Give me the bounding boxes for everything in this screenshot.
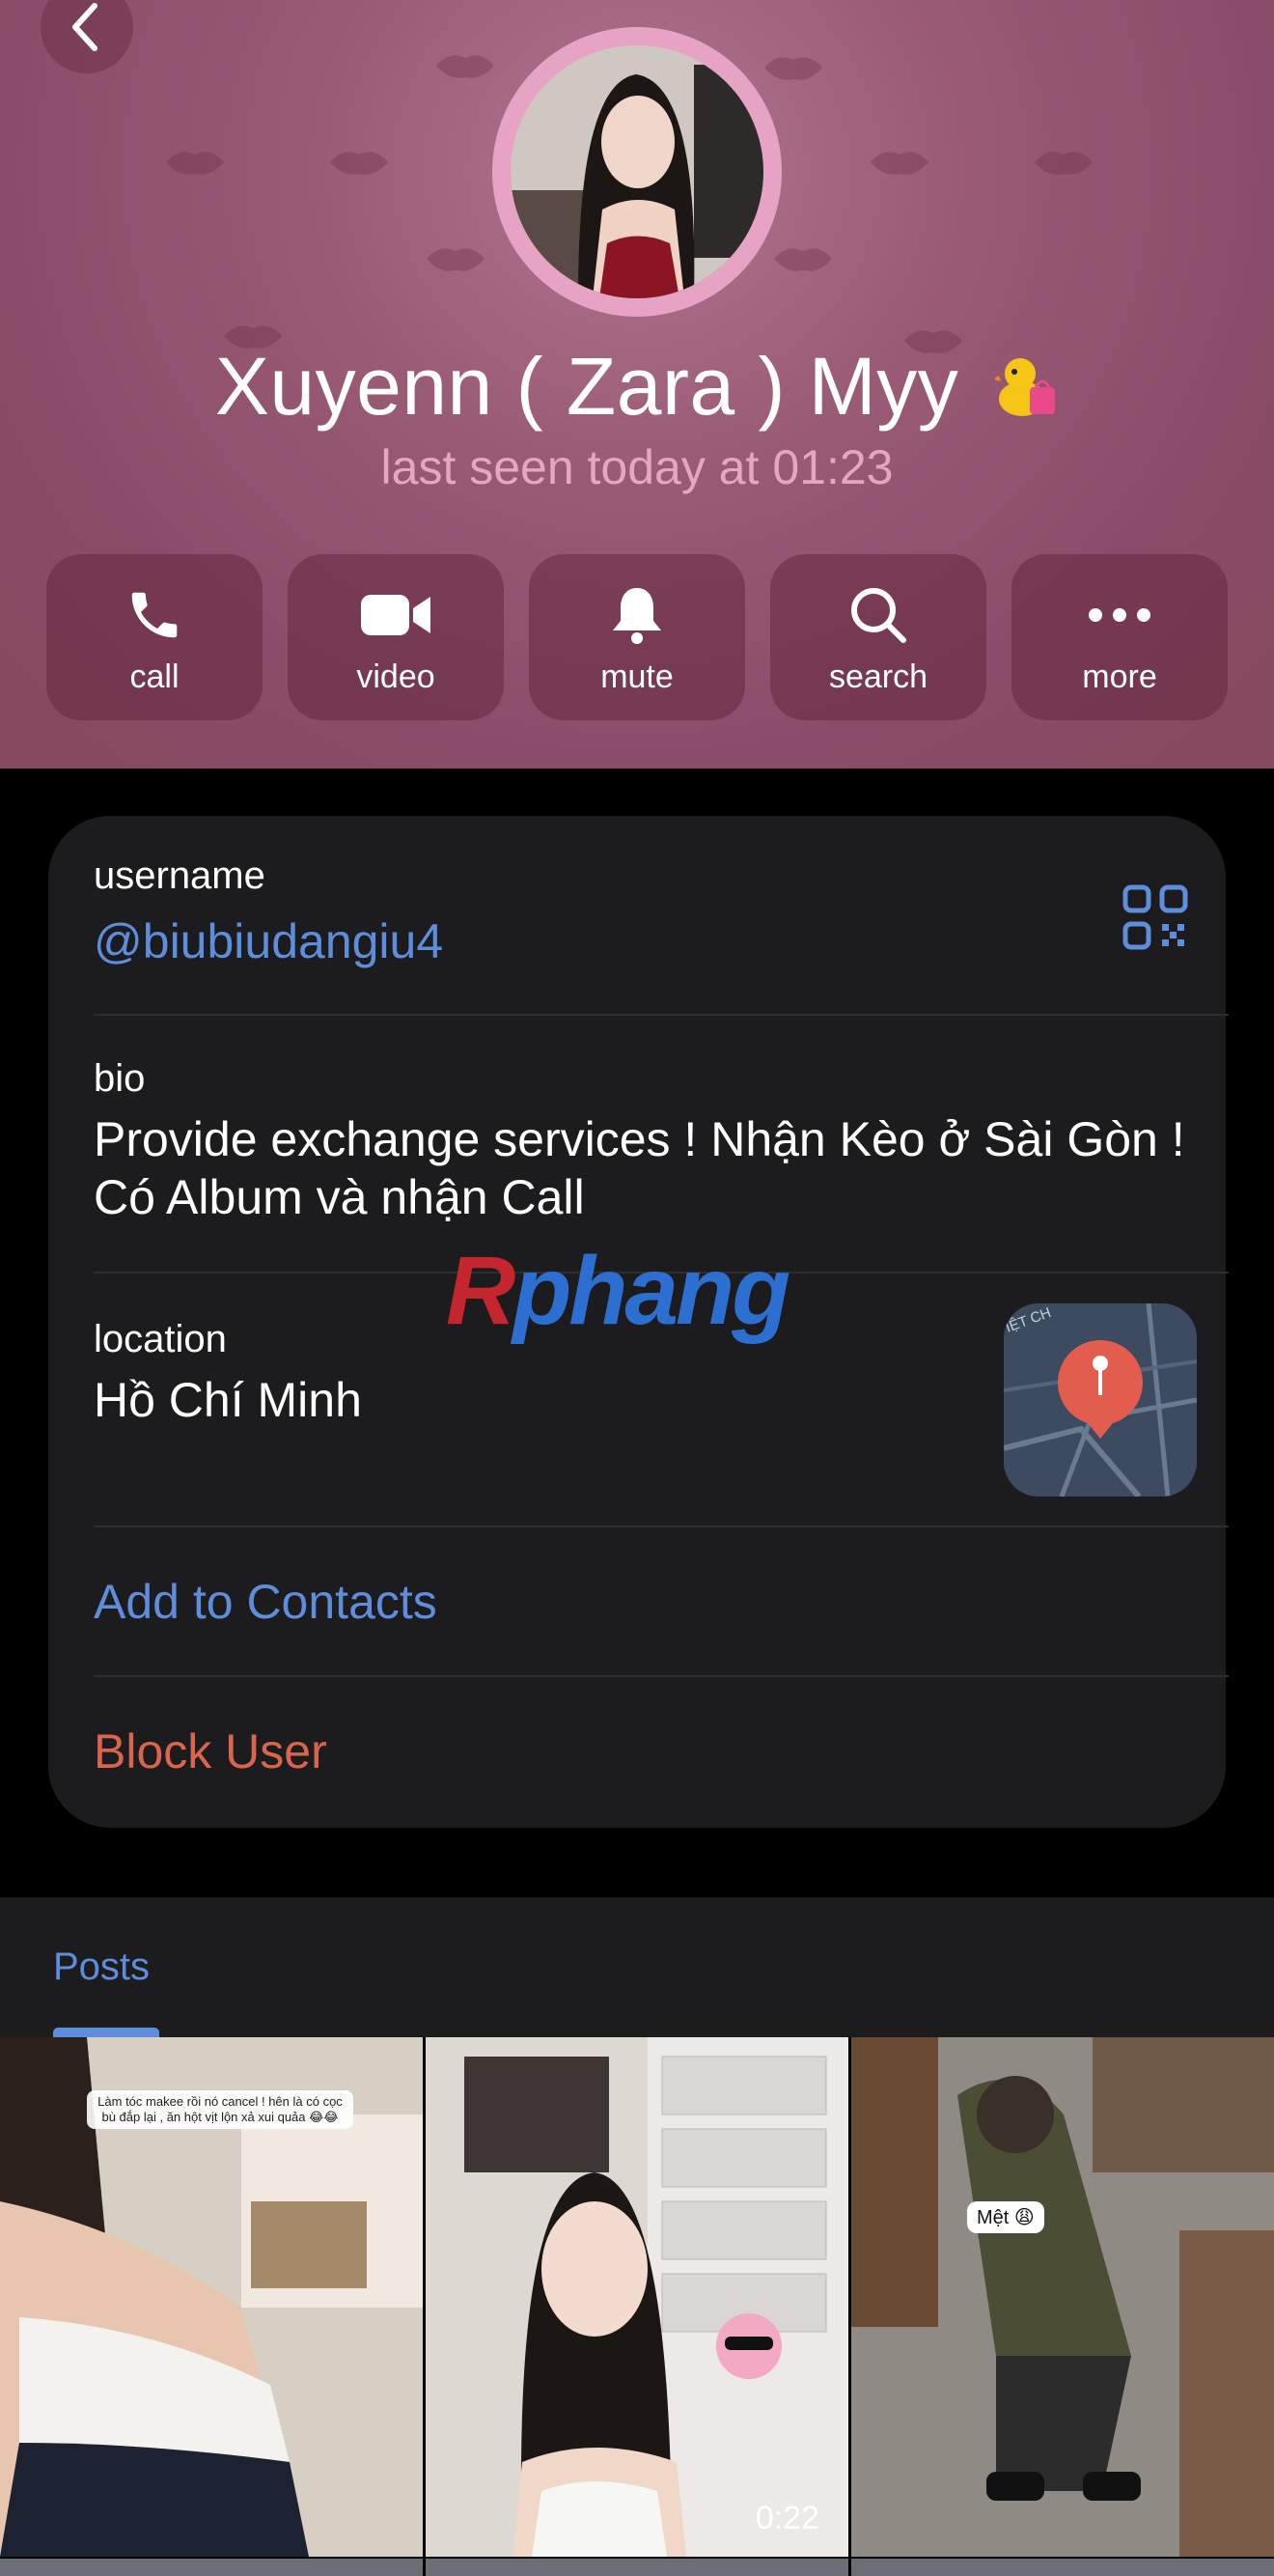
lips-pattern-icon bbox=[764, 57, 822, 80]
posts-tab-bar: Posts bbox=[0, 1897, 1274, 2037]
last-seen-status: last seen today at 01:23 bbox=[380, 440, 894, 494]
more-dots-icon bbox=[1089, 608, 1150, 622]
more-button[interactable]: more bbox=[1011, 554, 1228, 720]
search-label: search bbox=[828, 658, 928, 695]
call-button[interactable]: call bbox=[46, 554, 263, 720]
video-label: video bbox=[356, 658, 435, 695]
bell-icon bbox=[613, 588, 661, 644]
qr-code-icon[interactable] bbox=[1122, 883, 1189, 951]
video-duration: 0:22 bbox=[755, 2500, 819, 2536]
mute-label: mute bbox=[600, 658, 674, 695]
watermark-rest: phang bbox=[512, 1237, 790, 1345]
post-image bbox=[851, 2037, 1274, 2557]
video-button[interactable]: video bbox=[288, 554, 504, 720]
profile-name: Xuyenn ( Zara ) Myy bbox=[0, 340, 1274, 439]
avatar-photo bbox=[511, 45, 763, 298]
watermark-first-letter: R bbox=[446, 1237, 515, 1345]
search-button[interactable]: search bbox=[770, 554, 986, 720]
username-link[interactable]: @biubiudangiu4 bbox=[94, 912, 443, 970]
watermark-logo: Rphang bbox=[446, 1236, 790, 1347]
duck-shopping-emoji-icon bbox=[993, 346, 1059, 439]
mute-button[interactable]: mute bbox=[529, 554, 745, 720]
post-caption: Làm tóc makee rồi nó cancel ! hên là có … bbox=[87, 2090, 353, 2129]
bio-line-2: Có Album và nhận Call bbox=[94, 1170, 585, 1224]
add-to-contacts-button[interactable]: Add to Contacts bbox=[94, 1574, 437, 1630]
post-thumbnail[interactable]: Làm tóc makee rồi nó cancel ! hên là có … bbox=[0, 2037, 423, 2557]
post-thumbnail[interactable] bbox=[0, 2559, 423, 2576]
post-sticker-label: Mệt 😩 bbox=[967, 2201, 1044, 2233]
phone-icon bbox=[131, 592, 178, 638]
post-thumbnail[interactable]: Mệt 😩 bbox=[851, 2037, 1274, 2557]
call-label: call bbox=[129, 658, 180, 695]
lips-pattern-icon bbox=[166, 152, 224, 175]
lips-pattern-icon bbox=[330, 152, 388, 175]
divider bbox=[94, 1014, 1229, 1016]
lips-pattern-icon bbox=[427, 248, 485, 271]
profile-name-text: Xuyenn ( Zara ) Myy bbox=[214, 341, 959, 432]
lips-pattern-icon bbox=[774, 248, 832, 271]
profile-header: Xuyenn ( Zara ) Myy last seen today at 0… bbox=[0, 0, 1274, 769]
post-video-image bbox=[426, 2037, 848, 2557]
back-button[interactable] bbox=[41, 0, 133, 73]
action-buttons-row: call video mute search more bbox=[46, 554, 1228, 720]
posts-grid: Làm tóc makee rồi nó cancel ! hên là có … bbox=[0, 2037, 1274, 2576]
post-thumbnail[interactable] bbox=[851, 2559, 1274, 2576]
next-row-thumbnails bbox=[0, 2559, 1274, 2576]
divider bbox=[94, 1526, 1229, 1527]
post-thumbnail[interactable] bbox=[426, 2559, 848, 2576]
post-thumbnail[interactable]: 0:22 bbox=[426, 2037, 848, 2557]
location-value: Hồ Chí Minh bbox=[94, 1373, 362, 1427]
avatar-portrait-image bbox=[511, 45, 763, 298]
block-user-button[interactable]: Block User bbox=[94, 1723, 327, 1779]
bio-line-1: Provide exchange services ! Nhận Kèo ở S… bbox=[94, 1112, 1185, 1166]
more-label: more bbox=[1082, 658, 1157, 695]
search-icon bbox=[851, 588, 906, 643]
lips-pattern-icon bbox=[1035, 152, 1093, 175]
bio-label: bio bbox=[94, 1057, 146, 1100]
chevron-left-icon bbox=[72, 3, 97, 51]
divider bbox=[94, 1675, 1229, 1677]
video-camera-icon bbox=[361, 595, 430, 635]
location-map-thumbnail[interactable]: IỆT CH bbox=[1004, 1303, 1197, 1497]
lips-pattern-icon bbox=[871, 152, 928, 175]
username-label: username bbox=[94, 854, 265, 897]
map-image: IỆT CH bbox=[1004, 1303, 1197, 1497]
profile-page: Xuyenn ( Zara ) Myy last seen today at 0… bbox=[0, 0, 1274, 2576]
tab-posts[interactable]: Posts bbox=[53, 1946, 150, 1989]
avatar[interactable] bbox=[492, 27, 782, 317]
tab-indicator bbox=[53, 2028, 159, 2037]
location-label: location bbox=[94, 1318, 227, 1360]
lips-pattern-icon bbox=[436, 55, 494, 78]
